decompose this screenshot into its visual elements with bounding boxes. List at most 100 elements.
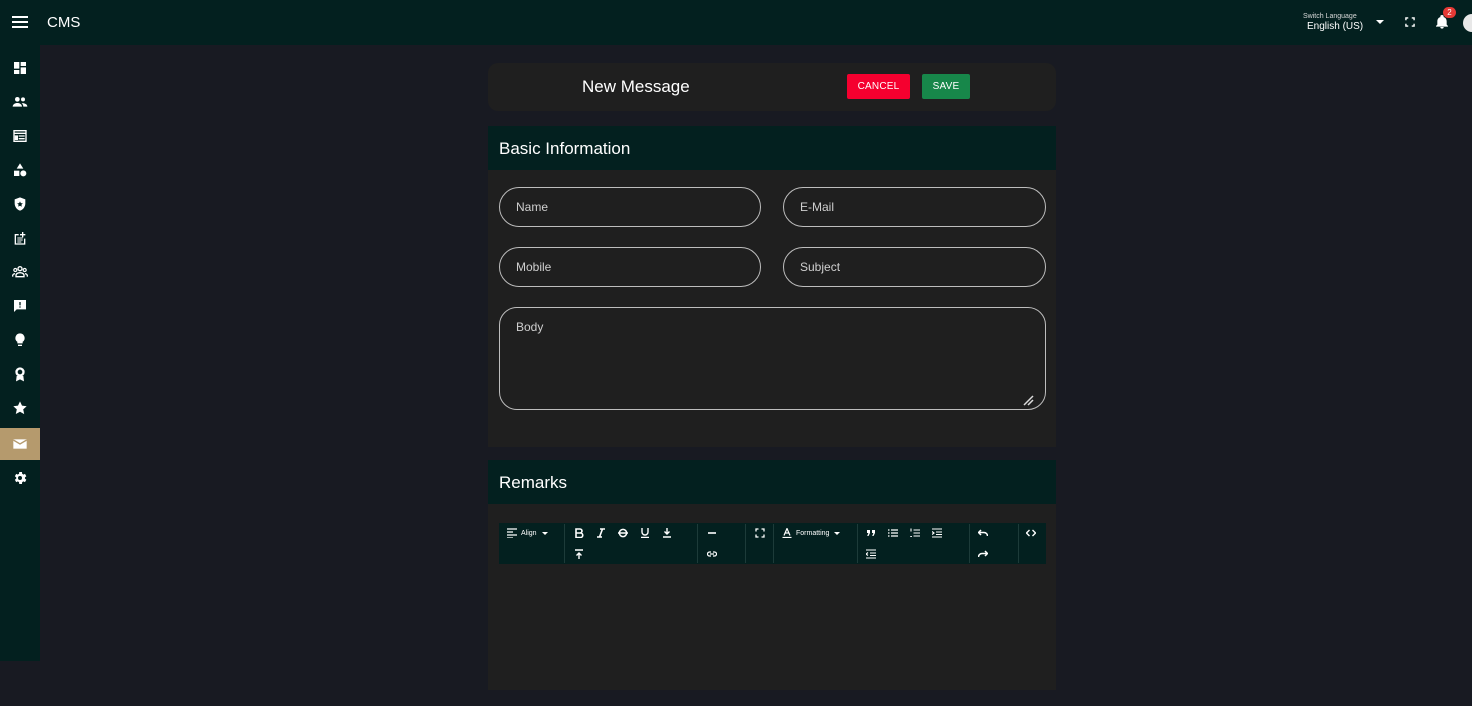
text-color-icon	[782, 528, 792, 538]
app-title: CMS	[47, 14, 81, 31]
quote-icon	[867, 530, 875, 536]
menu-icon[interactable]	[12, 13, 28, 31]
toolbar-divider	[564, 524, 565, 563]
remarks-card: Remarks Align Formatting	[488, 460, 1056, 690]
section-title: Remarks	[499, 473, 568, 492]
toolbar-divider	[1018, 524, 1019, 563]
outdent-icon	[866, 549, 876, 559]
sidebar-item-awards[interactable]	[0, 358, 40, 390]
toolbar-divider	[857, 524, 858, 563]
underline-icon	[641, 528, 649, 538]
toolbar-divider	[773, 524, 774, 563]
sidebar	[0, 45, 40, 661]
horizontal-line-button[interactable]	[706, 527, 718, 539]
language-switcher[interactable]: Switch Language English (US)	[1300, 11, 1390, 35]
bullet-list-button[interactable]	[887, 527, 899, 539]
bullet-list-icon	[888, 529, 898, 537]
remarks-header: Remarks	[488, 460, 1056, 504]
notification-badge: 2	[1443, 7, 1456, 18]
star-icon	[13, 401, 27, 415]
italic-button[interactable]	[595, 527, 607, 539]
toolbar-divider	[745, 524, 746, 563]
gear-icon	[14, 472, 27, 484]
source-code-button[interactable]	[1025, 527, 1037, 539]
numbered-list-button[interactable]	[909, 527, 921, 539]
basic-information-card: Basic Information	[488, 126, 1056, 447]
italic-icon	[597, 528, 605, 538]
sidebar-item-categories[interactable]	[0, 154, 40, 186]
strikethrough-icon	[618, 528, 628, 538]
chevron-down-icon	[834, 531, 841, 535]
sidebar-item-feedback[interactable]	[0, 290, 40, 322]
toolbar-divider	[969, 524, 970, 563]
sidebar-item-users[interactable]	[0, 86, 40, 118]
superscript-button[interactable]	[573, 548, 585, 560]
toolbar-divider	[697, 524, 698, 563]
outdent-button[interactable]	[865, 548, 877, 560]
page-title: New Message	[582, 77, 690, 96]
chevron-down-icon	[1376, 20, 1384, 24]
align-label: Align	[521, 529, 537, 537]
indent-icon	[932, 528, 942, 538]
sidebar-item-ideas[interactable]	[0, 324, 40, 356]
sidebar-item-layout[interactable]	[0, 120, 40, 152]
sidebar-item-dashboard[interactable]	[0, 52, 40, 84]
redo-button[interactable]	[977, 548, 989, 560]
strikethrough-button[interactable]	[617, 527, 629, 539]
award-icon	[15, 367, 25, 382]
sidebar-item-security[interactable]	[0, 188, 40, 220]
email-field[interactable]	[783, 187, 1046, 227]
horizontal-line-icon	[708, 532, 716, 534]
sidebar-item-posts[interactable]	[0, 222, 40, 254]
editor-toolbar: Align Formatting	[499, 523, 1046, 564]
chevron-down-icon	[541, 531, 548, 535]
fullscreen-icon[interactable]	[1403, 15, 1417, 29]
underline-button[interactable]	[639, 527, 651, 539]
sidebar-item-messages[interactable]	[0, 428, 40, 460]
body-field[interactable]	[499, 307, 1046, 410]
editor-fullscreen-button[interactable]	[754, 527, 766, 539]
code-icon	[1026, 529, 1036, 537]
indent-button[interactable]	[931, 527, 943, 539]
align-left-icon	[507, 528, 517, 538]
page-header: New Message CANCEL SAVE	[488, 63, 1056, 111]
mobile-field[interactable]	[499, 247, 761, 287]
subject-field[interactable]	[783, 247, 1046, 287]
language-value: English (US)	[1307, 21, 1364, 32]
subscript-button[interactable]	[661, 527, 673, 539]
align-dropdown[interactable]: Align	[507, 527, 548, 539]
undo-icon	[978, 529, 988, 537]
cancel-button[interactable]: CANCEL	[847, 74, 910, 99]
feedback-icon	[14, 300, 26, 312]
save-button[interactable]: SAVE	[922, 74, 970, 99]
dashboard-icon	[14, 62, 26, 74]
sidebar-item-groups[interactable]	[0, 256, 40, 288]
undo-button[interactable]	[977, 527, 989, 539]
superscript-icon	[575, 549, 583, 559]
language-caption: Switch Language	[1303, 13, 1357, 20]
top-bar: CMS Switch Language English (US) 2	[0, 0, 1472, 45]
redo-icon	[978, 550, 988, 558]
bold-button[interactable]	[573, 527, 585, 539]
numbered-list-icon	[910, 528, 920, 538]
section-title: Basic Information	[499, 139, 631, 158]
fullscreen-icon	[755, 528, 765, 538]
resize-handle-icon[interactable]	[1022, 394, 1034, 406]
name-field[interactable]	[499, 187, 761, 227]
bold-icon	[575, 528, 584, 538]
category-icon	[14, 163, 27, 177]
web-layout-icon	[13, 130, 27, 142]
sidebar-item-settings[interactable]	[0, 462, 40, 494]
shield-icon	[14, 197, 26, 211]
sidebar-item-favorites[interactable]	[0, 392, 40, 424]
formatting-dropdown[interactable]: Formatting	[782, 527, 841, 539]
blockquote-button[interactable]	[865, 527, 877, 539]
post-add-icon	[14, 232, 26, 245]
basic-information-header: Basic Information	[488, 126, 1056, 170]
link-button[interactable]	[706, 548, 718, 560]
users-icon	[12, 97, 28, 107]
formatting-label: Formatting	[796, 529, 830, 537]
groups-icon	[12, 266, 28, 278]
editor-content-area[interactable]	[499, 564, 1046, 684]
avatar[interactable]	[1463, 14, 1472, 32]
